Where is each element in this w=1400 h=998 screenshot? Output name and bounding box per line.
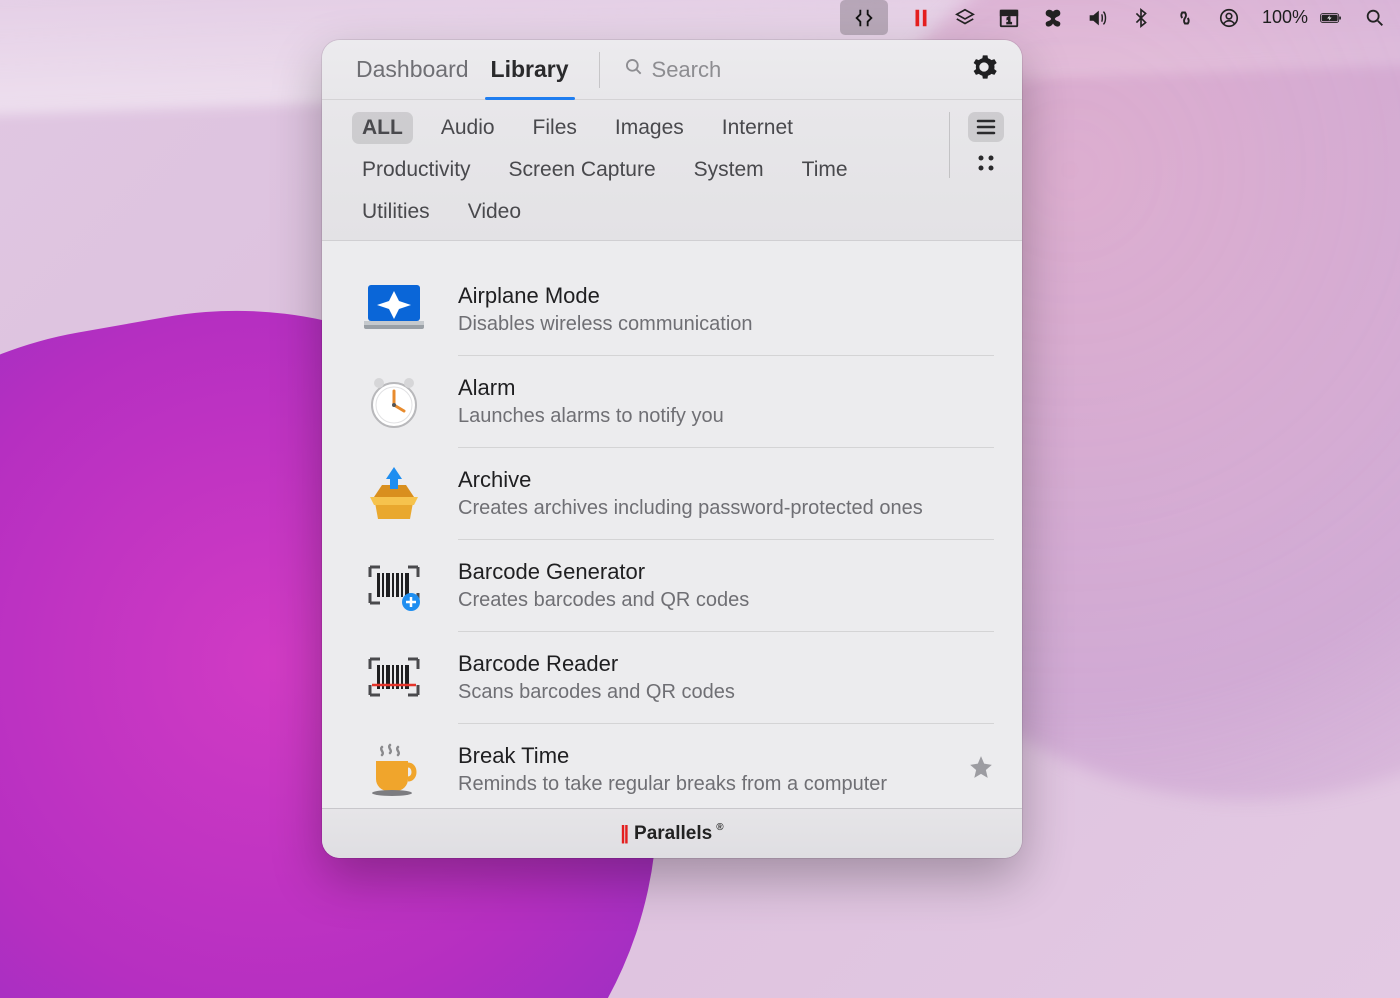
filter-productivity[interactable]: Productivity bbox=[352, 154, 481, 186]
barcode-reader-icon bbox=[362, 645, 426, 709]
menubar-user-icon[interactable] bbox=[1218, 0, 1240, 35]
parallels-logo-icon: || bbox=[620, 823, 627, 845]
item-desc: Disables wireless communication bbox=[458, 313, 994, 336]
item-desc: Scans barcodes and QR codes bbox=[458, 681, 994, 704]
menubar-volume-icon[interactable] bbox=[1086, 0, 1108, 35]
list-item-archive[interactable]: Archive Creates archives including passw… bbox=[362, 447, 994, 539]
airplane-mode-icon bbox=[362, 277, 426, 341]
window-footer: || Parallels ® bbox=[322, 808, 1022, 858]
alarm-icon bbox=[362, 369, 426, 433]
filter-system[interactable]: System bbox=[684, 154, 774, 186]
category-filter-bar: ALL Audio Files Images Internet Producti… bbox=[322, 100, 1022, 241]
parallels-toolbox-window: Dashboard Library ALL Audio Files Images… bbox=[322, 40, 1022, 858]
menubar-calendar-icon[interactable]: 1 bbox=[998, 0, 1020, 35]
menubar-devtools-icon[interactable] bbox=[840, 0, 888, 35]
menubar-battery-icon[interactable] bbox=[1320, 0, 1342, 35]
filter-utilities[interactable]: Utilities bbox=[352, 196, 440, 228]
list-view-button[interactable] bbox=[968, 112, 1004, 142]
filter-audio[interactable]: Audio bbox=[431, 112, 505, 144]
item-title: Barcode Generator bbox=[458, 559, 994, 585]
filter-internet[interactable]: Internet bbox=[712, 112, 803, 144]
list-item-barcode-reader[interactable]: Barcode Reader Scans barcodes and QR cod… bbox=[362, 631, 994, 723]
filter-video[interactable]: Video bbox=[458, 196, 531, 228]
search-input[interactable] bbox=[652, 57, 964, 83]
list-item-break-time[interactable]: Break Time Reminds to take regular break… bbox=[362, 723, 994, 808]
menubar-bluetooth-icon[interactable] bbox=[1130, 0, 1152, 35]
list-item-alarm[interactable]: Alarm Launches alarms to notify you bbox=[362, 355, 994, 447]
window-header: Dashboard Library bbox=[322, 40, 1022, 100]
settings-button[interactable] bbox=[964, 47, 1004, 92]
grid-view-button[interactable] bbox=[968, 148, 1004, 178]
filter-all[interactable]: ALL bbox=[352, 112, 413, 144]
svg-text:1: 1 bbox=[1006, 15, 1011, 25]
menubar-link-icon[interactable] bbox=[1174, 0, 1196, 35]
item-title: Alarm bbox=[458, 375, 994, 401]
list-item-airplane-mode[interactable]: Airplane Mode Disables wireless communic… bbox=[362, 263, 994, 355]
filter-screen-capture[interactable]: Screen Capture bbox=[499, 154, 666, 186]
menubar-butterfly-icon[interactable] bbox=[1042, 0, 1064, 35]
archive-icon bbox=[362, 461, 426, 525]
list-item-barcode-generator[interactable]: Barcode Generator Creates barcodes and Q… bbox=[362, 539, 994, 631]
barcode-generator-icon bbox=[362, 553, 426, 617]
vertical-separator bbox=[599, 52, 600, 88]
filter-images[interactable]: Images bbox=[605, 112, 694, 144]
favorite-star-icon[interactable] bbox=[968, 754, 994, 785]
macos-menubar: 1 100% bbox=[0, 0, 1400, 35]
filter-time[interactable]: Time bbox=[792, 154, 858, 186]
item-title: Airplane Mode bbox=[458, 283, 994, 309]
menubar-spotlight-icon[interactable] bbox=[1364, 0, 1386, 35]
menubar-layers-icon[interactable] bbox=[954, 0, 976, 35]
item-desc: Launches alarms to notify you bbox=[458, 405, 994, 428]
break-time-icon bbox=[362, 737, 426, 801]
search-icon bbox=[624, 57, 644, 82]
view-toggle-group bbox=[949, 112, 1004, 178]
item-desc: Creates archives including password-prot… bbox=[458, 497, 994, 520]
footer-brand-label: Parallels bbox=[634, 823, 712, 845]
tab-library[interactable]: Library bbox=[491, 40, 569, 99]
item-title: Break Time bbox=[458, 743, 958, 769]
menubar-battery-percentage: 100% bbox=[1262, 0, 1308, 35]
item-desc: Reminds to take regular breaks from a co… bbox=[458, 773, 958, 796]
tab-dashboard[interactable]: Dashboard bbox=[356, 40, 469, 99]
item-title: Archive bbox=[458, 467, 994, 493]
item-desc: Creates barcodes and QR codes bbox=[458, 589, 994, 612]
item-title: Barcode Reader bbox=[458, 651, 994, 677]
menubar-parallels-icon[interactable] bbox=[910, 0, 932, 35]
tool-list[interactable]: Airplane Mode Disables wireless communic… bbox=[322, 241, 1022, 808]
filter-files[interactable]: Files bbox=[523, 112, 587, 144]
registered-mark: ® bbox=[716, 822, 723, 833]
